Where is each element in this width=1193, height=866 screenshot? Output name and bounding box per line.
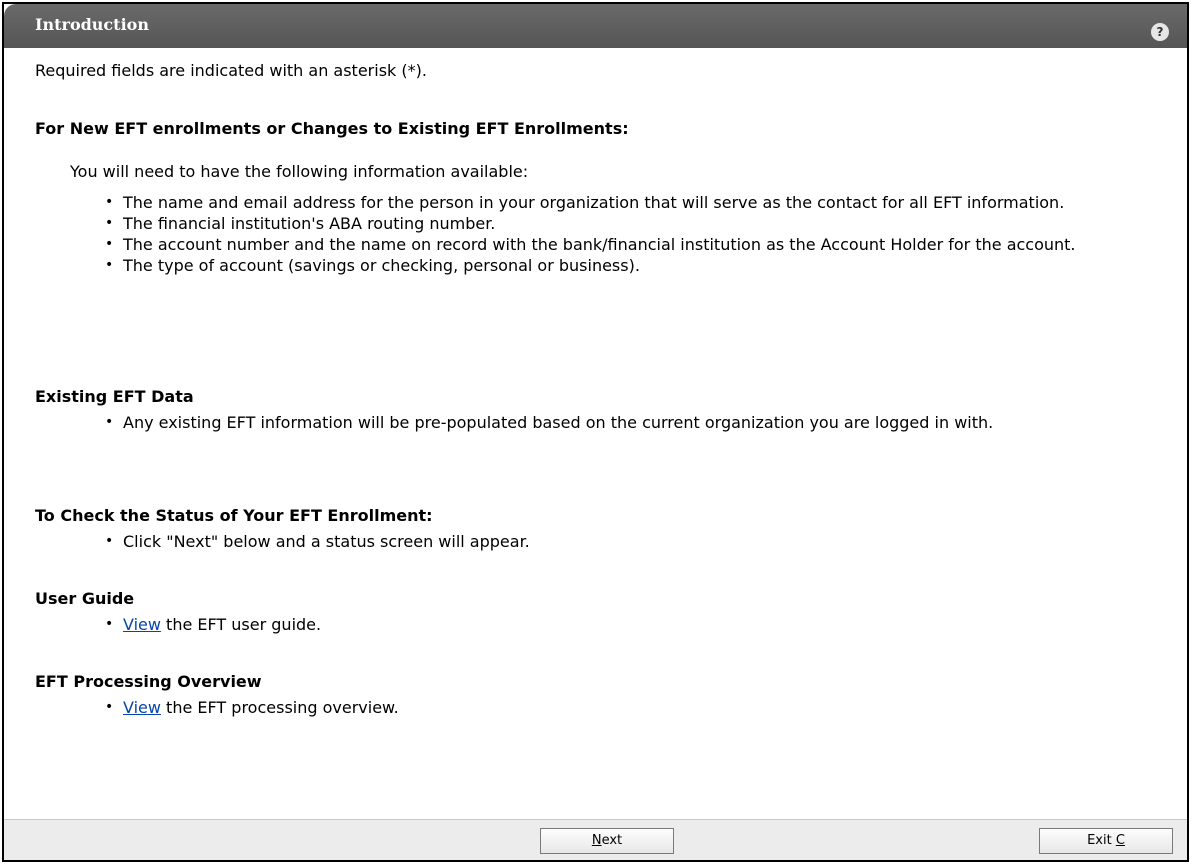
processing-text: the EFT processing overview. bbox=[160, 698, 399, 717]
panel-title: Introduction bbox=[35, 15, 149, 34]
next-label-accesskey: N bbox=[591, 833, 602, 848]
existing-eft-list: Any existing EFT information will be pre… bbox=[103, 412, 1163, 433]
button-bar: Next Exit C bbox=[4, 819, 1187, 860]
next-label-rest: ext bbox=[601, 833, 623, 848]
heading-new-eft: For New EFT enrollments or Changes to Ex… bbox=[35, 119, 629, 138]
exit-label-prefix: Exit bbox=[1087, 833, 1116, 848]
status-list: Click "Next" below and a status screen w… bbox=[103, 531, 1163, 552]
help-icon[interactable]: ? bbox=[1151, 23, 1169, 41]
user-guide-view-link[interactable]: View bbox=[123, 615, 161, 634]
list-item: View the EFT user guide. bbox=[103, 614, 1163, 635]
exit-button[interactable]: Exit C bbox=[1039, 828, 1173, 854]
user-guide-list: View the EFT user guide. bbox=[103, 614, 1163, 635]
heading-user-guide: User Guide bbox=[35, 589, 135, 608]
heading-existing-eft: Existing EFT Data bbox=[35, 387, 194, 406]
list-item: View the EFT processing overview. bbox=[103, 697, 1163, 718]
processing-list: View the EFT processing overview. bbox=[103, 697, 1163, 718]
list-item: Click "Next" below and a status screen w… bbox=[103, 531, 1163, 552]
exit-label-accesskey: C bbox=[1115, 833, 1125, 848]
introduction-panel: Introduction ? Required fields are indic… bbox=[2, 2, 1189, 862]
heading-status: To Check the Status of Your EFT Enrollme… bbox=[35, 506, 433, 525]
user-guide-text: the EFT user guide. bbox=[160, 615, 322, 634]
new-eft-intro: You will need to have the following info… bbox=[70, 162, 529, 181]
list-item: Any existing EFT information will be pre… bbox=[103, 412, 1163, 433]
list-item: The financial institution's ABA routing … bbox=[103, 213, 1163, 234]
heading-processing: EFT Processing Overview bbox=[35, 672, 262, 691]
list-item: The type of account (savings or checking… bbox=[103, 255, 1163, 276]
panel-header: Introduction ? bbox=[4, 4, 1187, 48]
new-eft-list: The name and email address for the perso… bbox=[103, 192, 1163, 276]
list-item: The name and email address for the perso… bbox=[103, 192, 1163, 213]
next-button[interactable]: Next bbox=[540, 828, 674, 854]
required-note: Required fields are indicated with an as… bbox=[35, 61, 427, 80]
processing-view-link[interactable]: View bbox=[123, 698, 161, 717]
list-item: The account number and the name on recor… bbox=[103, 234, 1163, 255]
